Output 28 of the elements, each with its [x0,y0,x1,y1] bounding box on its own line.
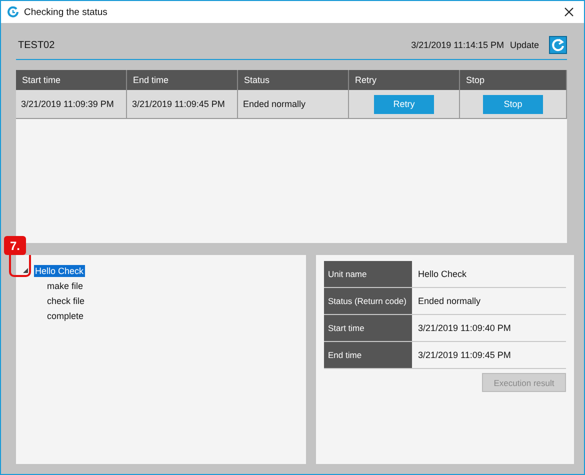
window-title: Checking the status [24,6,108,18]
field-value: Hello Check [417,268,468,281]
job-name: TEST02 [17,40,56,50]
table-cell: Ended normally [238,90,349,118]
callout-badge: 7. [4,236,26,255]
timestamp: 3/21/2019 11:14:15 PM [411,40,504,50]
retry-button[interactable]: Retry [374,94,434,114]
field-label: Status (Return code) [324,288,412,314]
update-button[interactable] [549,36,567,54]
tree-item[interactable]: check file [46,294,86,306]
update-label: Update [510,40,539,50]
field-value: 3/21/2019 11:09:40 PM [417,322,512,335]
callout-bracket [9,255,31,277]
tree-item[interactable]: complete [46,310,85,322]
close-icon [564,7,574,17]
tree-item[interactable]: make file [46,280,84,292]
field-label: Unit name [324,261,412,287]
expander-icon[interactable] [22,268,28,274]
refresh-icon [551,38,565,52]
table-cell: 3/21/2019 11:09:39 PM [16,90,127,118]
field-label: Start time [324,315,412,341]
field-label: End time [324,342,412,368]
field-value: Ended normally [417,295,482,308]
refresh-icon [7,6,19,18]
tree-item[interactable]: Hello Check [34,264,85,276]
table-cell: 3/21/2019 11:09:45 PM [127,90,238,118]
stop-button[interactable]: Stop [483,94,543,114]
field-value: 3/21/2019 11:09:45 PM [417,349,512,362]
